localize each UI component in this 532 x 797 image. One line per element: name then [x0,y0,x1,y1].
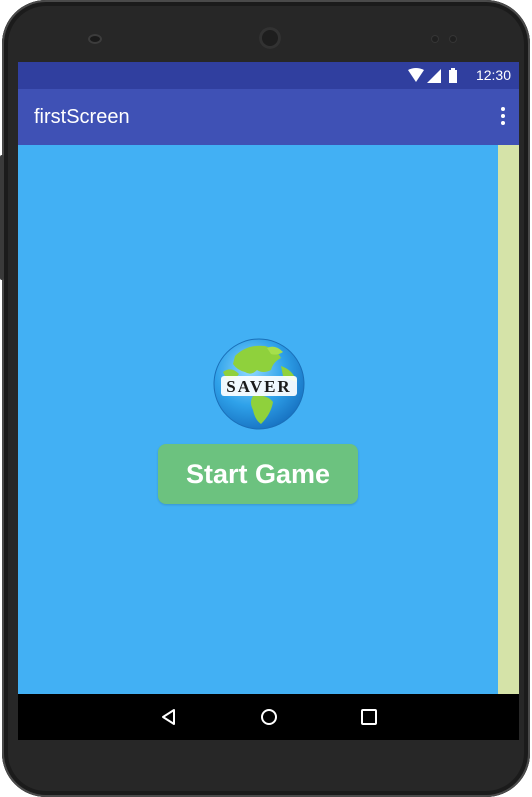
battery-icon [449,68,457,83]
app-bar: firstScreen [18,89,519,145]
proximity-sensor-icon [432,36,438,42]
earpiece-speaker-icon [259,27,281,49]
side-strip [498,145,519,694]
recents-icon[interactable] [359,707,379,727]
front-camera-icon [88,34,102,44]
status-time: 12:30 [475,67,511,83]
back-icon[interactable] [159,707,179,727]
signal-icon [427,69,441,83]
home-icon[interactable] [259,707,279,727]
overflow-menu-icon[interactable] [499,107,507,127]
status-icons [408,68,457,83]
logo-text: SAVER [226,377,291,396]
wifi-icon [408,68,424,82]
start-game-button[interactable]: Start Game [158,444,358,504]
navigation-bar [18,694,519,740]
status-bar: 12:30 [18,62,519,89]
app-title: firstScreen [34,106,130,128]
light-sensor-icon [450,36,456,42]
main-screen: SAVER Start Game [18,145,498,694]
volume-button [0,155,4,280]
saver-globe-logo: SAVER [213,338,305,430]
